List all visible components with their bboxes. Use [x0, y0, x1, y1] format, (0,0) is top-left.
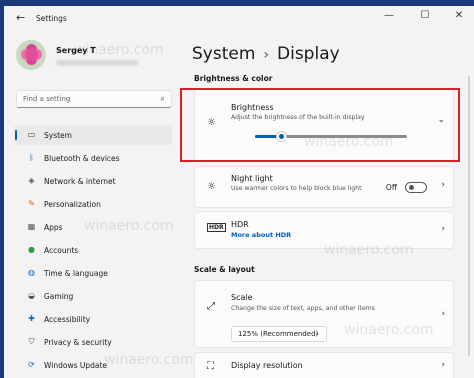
close-button[interactable]: ✕: [450, 10, 468, 21]
sidebar-item-label: Accounts: [44, 246, 79, 255]
chevron-right-icon[interactable]: ›: [441, 224, 445, 234]
settings-window: ← Settings — ☐ ✕ Sergey T ⌕ ▭ System ᛒ B…: [4, 6, 474, 378]
night-light-title: Night light: [231, 174, 273, 183]
flower-icon: [25, 48, 38, 61]
breadcrumb-parent[interactable]: System: [192, 44, 255, 64]
shield-icon: ⛉: [28, 337, 35, 346]
sidebar-item-system[interactable]: ▭ System: [14, 125, 172, 145]
breadcrumb-separator: ›: [263, 47, 270, 63]
sidebar-item-label: Accessibility: [44, 315, 91, 324]
sidebar-item-label: System: [44, 131, 72, 140]
chevron-down-icon: ⌄: [314, 329, 320, 337]
sidebar-item-label: Personalization: [44, 200, 101, 209]
display-resolution-title: Display resolution: [231, 361, 303, 370]
chevron-right-icon[interactable]: ›: [441, 309, 445, 319]
sidebar-item-gaming[interactable]: ◒ Gaming: [14, 286, 172, 306]
hdr-card[interactable]: HDR HDR More about HDR ›: [194, 211, 454, 249]
scale-dropdown-value: 125% (Recommended): [238, 330, 319, 338]
toggle-knob: [409, 185, 414, 190]
sidebar-item-apps[interactable]: ▦ Apps: [14, 217, 172, 237]
person-icon: ●: [28, 245, 35, 254]
more-about-hdr-link[interactable]: More about HDR: [231, 231, 291, 239]
search-icon[interactable]: ⌕: [161, 94, 165, 104]
sun-moon-icon: ☼: [207, 181, 216, 192]
display-resolution-card[interactable]: ⛶ Display resolution ›: [194, 352, 454, 378]
sidebar-item-accounts[interactable]: ● Accounts: [14, 240, 172, 260]
section-heading-scale-layout: Scale & layout: [194, 265, 255, 274]
avatar[interactable]: [16, 40, 46, 70]
brush-icon: ✎: [28, 199, 35, 208]
sidebar-item-bluetooth[interactable]: ᛒ Bluetooth & devices: [14, 148, 172, 168]
section-heading-brightness-color: Brightness & color: [194, 74, 273, 83]
sidebar-item-accessibility[interactable]: ✚ Accessibility: [14, 309, 172, 329]
globe-icon: ◍: [28, 268, 35, 277]
page-title: Display: [277, 44, 340, 64]
wifi-icon: ◈: [28, 176, 35, 185]
sidebar-item-windows-update[interactable]: ⟳ Windows Update: [14, 355, 172, 375]
hdr-title: HDR: [231, 220, 249, 229]
accessibility-icon: ✚: [28, 314, 35, 323]
hdr-icon: HDR: [207, 223, 226, 232]
window-title: Settings: [36, 14, 67, 23]
scale-dropdown[interactable]: 125% (Recommended) ⌄: [231, 326, 327, 342]
sidebar-item-personalization[interactable]: ✎ Personalization: [14, 194, 172, 214]
sidebar-item-label: Time & language: [44, 269, 108, 278]
bluetooth-icon: ᛒ: [29, 153, 34, 162]
night-light-state: Off: [385, 183, 397, 192]
title-bar: ← Settings — ☐ ✕: [4, 6, 474, 32]
user-name: Sergey T: [56, 46, 96, 55]
minimize-button[interactable]: —: [380, 10, 398, 21]
sidebar-item-network[interactable]: ◈ Network & internet: [14, 171, 172, 191]
user-email-blurred: [56, 60, 138, 66]
chevron-right-icon[interactable]: ›: [441, 360, 445, 370]
sidebar-item-label: Apps: [44, 223, 63, 232]
resolution-icon: ⛶: [207, 361, 214, 372]
sidebar-item-privacy-security[interactable]: ⛉ Privacy & security: [14, 332, 172, 352]
sidebar-item-label: Windows Update: [44, 361, 108, 370]
scrollbar[interactable]: [468, 76, 470, 356]
search-input[interactable]: [23, 93, 143, 105]
night-light-card[interactable]: ☼ Night light Use warmer colors to help …: [194, 166, 454, 208]
chevron-right-icon[interactable]: ›: [441, 180, 445, 190]
sidebar-item-time-language[interactable]: ◍ Time & language: [14, 263, 172, 283]
sidebar-item-label: Network & internet: [44, 177, 116, 186]
scale-description: Change the size of text, apps, and other…: [231, 305, 375, 312]
sidebar-item-label: Privacy & security: [44, 338, 112, 347]
sidebar-item-label: Gaming: [44, 292, 74, 301]
scale-card[interactable]: ⤢ Scale Change the size of text, apps, a…: [194, 280, 454, 348]
apps-icon: ▦: [27, 222, 36, 231]
annotation-highlight-box: [180, 88, 460, 162]
night-light-toggle[interactable]: [405, 182, 427, 193]
search-box[interactable]: ⌕: [16, 90, 172, 108]
maximize-button[interactable]: ☐: [416, 10, 434, 21]
scale-title: Scale: [231, 293, 253, 302]
back-arrow-icon[interactable]: ←: [16, 11, 25, 24]
breadcrumb: System › Display: [192, 44, 340, 64]
update-icon: ⟳: [28, 360, 35, 369]
scale-icon: ⤢: [207, 301, 215, 312]
night-light-description: Use warmer colors to help block blue lig…: [231, 185, 362, 192]
gamepad-icon: ◒: [28, 291, 35, 300]
sidebar-item-label: Bluetooth & devices: [44, 154, 120, 163]
monitor-icon: ▭: [27, 130, 36, 139]
